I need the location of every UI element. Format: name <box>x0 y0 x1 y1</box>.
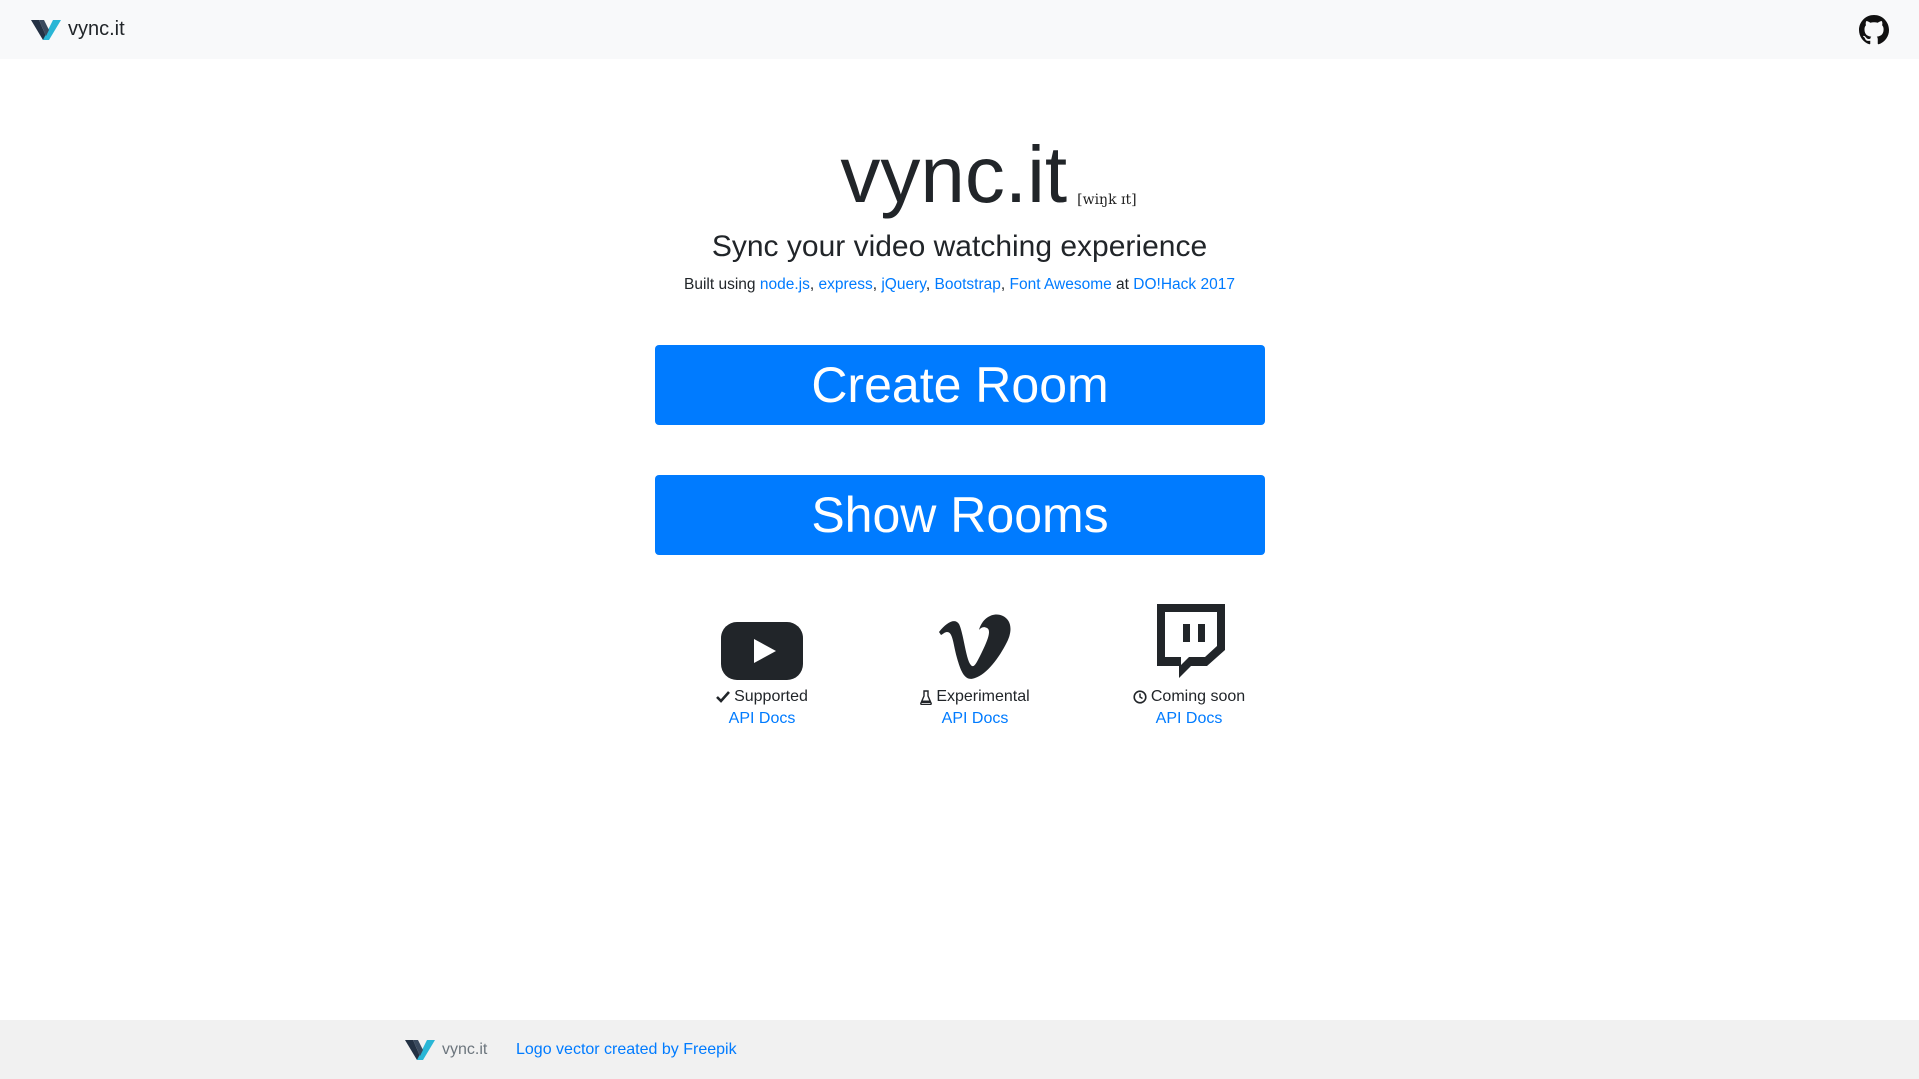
provider-vimeo: Experimental API Docs <box>868 600 1082 728</box>
vimeo-status: Experimental <box>868 688 1082 706</box>
check-icon <box>716 691 731 703</box>
bootstrap-link[interactable]: Bootstrap <box>935 276 1001 293</box>
navbar-brand[interactable]: vync.it <box>30 18 125 42</box>
youtube-status: Supported <box>655 688 869 706</box>
footer-brand: vync.it <box>404 1038 487 1062</box>
hero: vync.it [wiŋk ɪt] Sync your video watchi… <box>0 130 1919 294</box>
twitch-api-docs-link[interactable]: API Docs <box>1082 710 1296 728</box>
jquery-link[interactable]: jQuery <box>881 276 926 293</box>
vimeo-api-docs-link[interactable]: API Docs <box>868 710 1082 728</box>
pronunciation: [wiŋk ɪt] <box>1077 192 1137 208</box>
navbar-brand-label: vync.it <box>68 18 125 40</box>
vimeo-icon <box>939 614 1011 679</box>
clock-icon <box>1133 690 1147 704</box>
provider-youtube: Supported API Docs <box>655 600 869 728</box>
built-at: at <box>1116 276 1129 293</box>
vimeo-status-label: Experimental <box>936 688 1030 705</box>
create-room-button[interactable]: Create Room <box>655 345 1265 425</box>
github-icon <box>1859 14 1889 44</box>
providers: Supported API Docs Experimental API Docs <box>655 600 1295 740</box>
freepik-credit-link[interactable]: Logo vector created by Freepik <box>516 1041 737 1059</box>
title-row: vync.it [wiŋk ɪt] <box>0 130 1919 220</box>
nodejs-link[interactable]: node.js <box>760 276 810 293</box>
youtube-icon <box>721 622 803 680</box>
provider-twitch: Coming soon API Docs <box>1082 600 1296 728</box>
font-awesome-link[interactable]: Font Awesome <box>1009 276 1111 293</box>
footer: vync.it Logo vector created by Freepik <box>0 1020 1919 1079</box>
dohack-link[interactable]: DO!Hack 2017 <box>1133 276 1235 293</box>
navbar: vync.it <box>0 0 1919 59</box>
footer-brand-label: vync.it <box>442 1040 488 1058</box>
vyncit-logo-icon <box>405 1039 435 1060</box>
page-title: vync.it <box>840 130 1068 219</box>
built-prefix: Built using <box>684 276 756 293</box>
twitch-icon <box>1157 604 1225 678</box>
built-using-line: Built using node.js, express, jQuery, Bo… <box>684 276 1235 293</box>
github-link[interactable] <box>1859 14 1889 45</box>
twitch-status: Coming soon <box>1082 688 1296 706</box>
page-subtitle: Sync your video watching experience <box>711 230 1208 263</box>
twitch-status-label: Coming soon <box>1150 688 1246 705</box>
flask-icon <box>920 689 933 705</box>
show-rooms-button[interactable]: Show Rooms <box>655 475 1265 555</box>
vyncit-logo-icon <box>31 19 61 40</box>
youtube-status-label: Supported <box>734 688 808 705</box>
youtube-api-docs-link[interactable]: API Docs <box>655 710 869 728</box>
express-link[interactable]: express <box>818 276 872 293</box>
